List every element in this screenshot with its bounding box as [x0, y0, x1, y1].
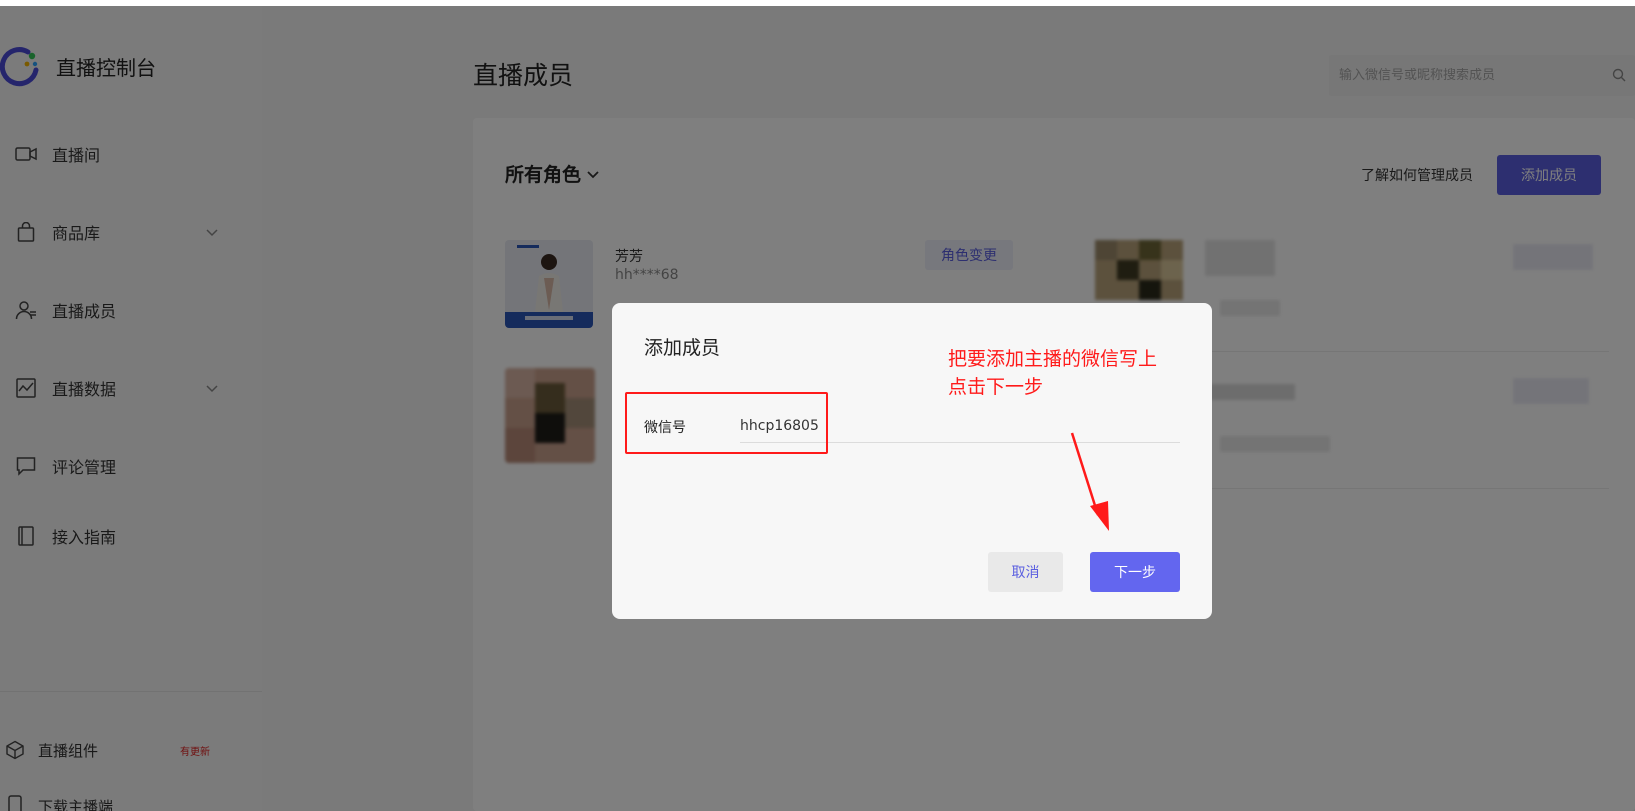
app-window: 直播控制台 直播间 商品库 直播成员 直播数据 — [0, 6, 1635, 811]
annotation-line: 点击下一步 — [948, 376, 1044, 398]
next-step-button[interactable]: 下一步 — [1090, 552, 1180, 592]
annotation-line: 把要添加主播的微信写上 — [948, 348, 1158, 370]
wechat-id-label: 微信号 — [644, 420, 686, 436]
add-member-dialog: 添加成员 微信号 把要添加主播的微信写上 点击下一步 取消 下一步 — [612, 303, 1212, 619]
wechat-id-input[interactable] — [740, 409, 1180, 443]
cancel-button[interactable]: 取消 — [988, 552, 1063, 592]
instruction-annotation: 把要添加主播的微信写上 点击下一步 — [948, 345, 1188, 401]
dialog-title: 添加成员 — [644, 337, 721, 359]
